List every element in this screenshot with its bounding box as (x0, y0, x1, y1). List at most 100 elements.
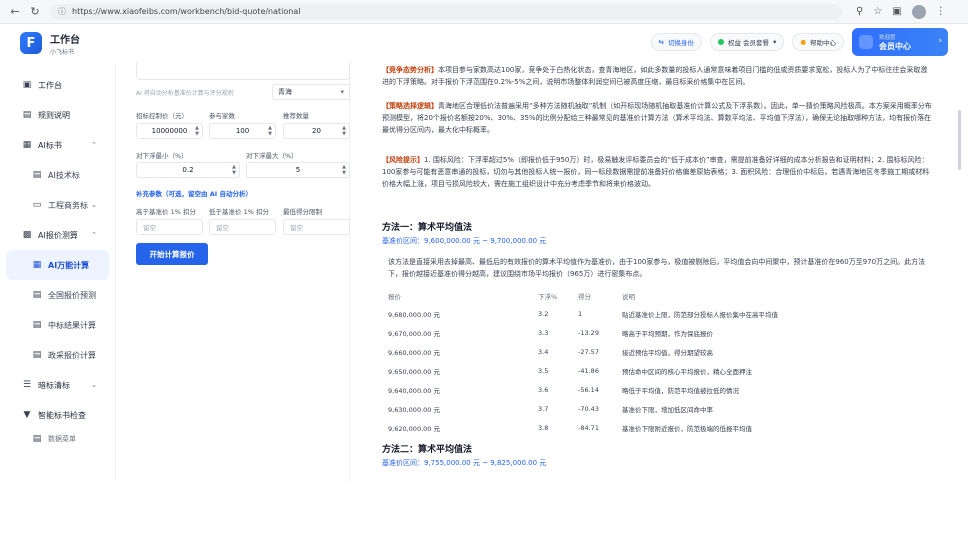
site-info-icon[interactable]: ⓘ (58, 6, 66, 17)
chevron-down-icon: ⌄ (91, 201, 97, 209)
result-panel: 【竞争态势分析】本项目参与家数高达100家，竞争处于白热化状态，查青海地区，如此… (382, 62, 942, 482)
region-hint-label: AI 将自动分析基准价计算与评分规则 (136, 90, 234, 97)
logo-icon: F (20, 32, 42, 54)
method1-description: 该方法是直接采用去掉最高、最低后的有效报价的算术平均值作为基准价，由于100家参… (388, 258, 926, 278)
stepper-icon[interactable]: ▲ ▼ (342, 164, 346, 176)
supplement-params-title: 补充参数（可选，留空由 AI 自动分析） (136, 190, 252, 198)
url-text: https://www.xiaofeibs.com/workbench/bid-… (72, 7, 301, 16)
app-subtitle: 小飞标书 (50, 48, 75, 56)
sidebar: ▣ 工作台 ▤ 规则说明 ▦ AI标书 ⌃ ▤ AI技术标 ▭ 工程商务标 ⌄ … (0, 62, 116, 482)
below-penalty-label: 低于基准价 1% 扣分 (209, 208, 269, 216)
benefits-button[interactable]: 权益 会员套餐 ▾ (709, 33, 785, 51)
chevron-down-icon: ▾ (340, 88, 344, 96)
reload-icon[interactable]: ↻ (28, 5, 42, 19)
region-select[interactable]: 青海 ▾ (272, 84, 350, 100)
sidebar-item-ai-bid[interactable]: ▦ AI标书 ⌃ (0, 130, 115, 160)
doc-icon: ▤ (32, 170, 42, 180)
float-max-input[interactable]: 5 ▲ ▼ (246, 162, 350, 178)
chevron-down-icon: ⌄ (91, 381, 97, 389)
samples-input[interactable]: 20 ▲ ▼ (283, 123, 350, 139)
doc-icon: ▤ (22, 110, 32, 120)
doc-icon: ▤ (32, 350, 42, 360)
chevron-down-icon: ▾ (773, 38, 777, 46)
table-row: 9,620,000.00 元 3.8 -84.71 基准价下限附近报价，防范极端… (388, 423, 752, 433)
sidebar-item-rules[interactable]: ▤ 规则说明 (0, 100, 115, 130)
doc-icon: ▤ (32, 320, 42, 330)
ctrl-price-input[interactable]: 10000000 ▲ ▼ (136, 123, 203, 139)
zoom-icon[interactable]: ⚲ (856, 6, 863, 17)
bidders-label: 参与家数 (209, 112, 235, 120)
samples-label: 推荐数量 (283, 112, 309, 120)
member-icon (859, 35, 873, 49)
sidebar-item-data-menu[interactable]: ▤ 数据菜单 (0, 430, 115, 448)
competition-paragraph: 【竞争态势分析】本项目参与家数高达100家，竞争处于白热化状态，查青海地区，如此… (382, 66, 928, 86)
chevron-right-icon: › (938, 36, 942, 46)
chart-icon: ▦ (32, 260, 42, 270)
chevron-up-icon: ⌃ (91, 231, 97, 239)
sidebar-item-dark-bid[interactable]: ☰ 暗标清标 ⌄ (0, 370, 115, 400)
menu-kebab-icon[interactable]: ⋮ (936, 6, 946, 17)
table-row: 9,670,000.00 元 3.3 -13.29 略高于平均预期，作为保底报价 (388, 328, 713, 338)
table-row: 9,650,000.00 元 3.5 -41.86 预估命中区间的核心平均报价，… (388, 366, 752, 376)
status-dot-icon (717, 39, 724, 45)
sidebar-item-check[interactable]: ▼ 智能标书检查 (0, 400, 115, 430)
calc-icon: ▩ (22, 230, 32, 240)
above-penalty-label: 高于基准价 1% 扣分 (136, 208, 196, 216)
min-score-input[interactable]: 留空 (283, 219, 350, 235)
table-row: 9,680,000.00 元 3.2 1 贴近基准价上限，防范部分投标人报价集中… (388, 309, 778, 319)
stepper-icon[interactable]: ▲ ▼ (232, 164, 236, 176)
member-center-button[interactable]: 欢迎您 会员中心 › (852, 28, 948, 56)
stepper-icon[interactable]: ▲ ▼ (195, 125, 199, 137)
below-penalty-input[interactable]: 留空 (209, 219, 276, 235)
doc-icon: ▤ (32, 434, 42, 444)
table-row: 9,640,000.00 元 3.6 -56.14 略低于平均值，防范平均值被拉… (388, 385, 739, 395)
page-bottom (0, 482, 968, 544)
sidebar-item-gov-calc[interactable]: ▤ 政采报价计算 (0, 340, 115, 370)
brand[interactable]: F 工作台 小飞标书 (20, 31, 350, 56)
risk-paragraph: 【风险提示】1. 围标风险：下浮率超过5%（即报价低于950万）时，极易触发评标… (382, 156, 930, 188)
app-title: 工作台 (50, 34, 80, 46)
extensions-icon[interactable]: ▣ (892, 6, 901, 17)
sidebar-item-win-calc[interactable]: ▤ 中标结果计算 (0, 310, 115, 340)
book-icon: ▦ (22, 140, 32, 150)
stepper-icon[interactable]: ▲ ▼ (342, 125, 346, 137)
folder-icon: ▭ (32, 200, 42, 210)
address-bar[interactable]: ⓘ https://www.xiaofeibs.com/workbench/bi… (50, 3, 842, 20)
switch-icon: ⇆ (658, 38, 664, 46)
chevron-up-icon: ⌃ (91, 141, 97, 149)
sidebar-item-ai-tech-bid[interactable]: ▤ AI技术标 (0, 160, 115, 190)
method2-range: 基准价区间：9,755,000.00 元 ~ 9,825,000.00 元 (382, 459, 547, 467)
app-header: F 工作台 小飞标书 ⇆ 切换身份 权益 会员套餐 ▾ ● 帮助中心 欢迎您 会… (0, 24, 968, 62)
requirements-textarea[interactable] (136, 62, 350, 80)
sidebar-item-workbench[interactable]: ▣ 工作台 (0, 70, 115, 100)
sidebar-item-ai-quote[interactable]: ▩ AI报价测算 ⌃ (0, 220, 115, 250)
above-penalty-input[interactable]: 留空 (136, 219, 203, 235)
sidebar-item-commercial-bid[interactable]: ▭ 工程商务标 ⌄ (0, 190, 115, 220)
table-row: 9,630,000.00 元 3.7 -70.43 基准价下限，增加低区间命中率 (388, 404, 713, 414)
method1-range: 基准价区间：9,600,000.00 元 ~ 9,700,000.00 元 (382, 237, 547, 245)
list-icon: ☰ (22, 380, 32, 390)
switch-identity-button[interactable]: ⇆ 切换身份 (650, 33, 702, 51)
table-row: 9,660,000.00 元 3.4 -27.57 接近预估平均值，得分期望较高 (388, 347, 713, 357)
profile-avatar[interactable] (911, 4, 926, 19)
sidebar-item-national-forecast[interactable]: ▤ 全国报价预测 (0, 280, 115, 310)
method1-title: 方法一：算术平均值法 (382, 223, 473, 233)
method1-table: 报价 下浮% 得分 说明 9,680,000.00 元 3.2 1 贴近基准价上… (386, 288, 926, 437)
strategy-paragraph: 【策略选择逻辑】青海地区合理低价法普遍采用“多种方法随机抽取”机制（如开标现场随… (382, 102, 932, 134)
sidebar-item-ai-universal-calc[interactable]: ▦ AI万能计算 (6, 250, 109, 280)
filter-icon: ▼ (23, 410, 31, 420)
browser-toolbar: ← ↻ ⓘ https://www.xiaofeibs.com/workbenc… (0, 0, 968, 24)
float-max-label: 对下浮最大（%） (246, 152, 298, 160)
scrollbar[interactable] (958, 110, 961, 170)
start-calc-button[interactable]: 开始计算报价 (136, 243, 208, 265)
stepper-icon[interactable]: ▲ ▼ (268, 125, 272, 137)
float-min-label: 对下浮最小（%） (136, 152, 188, 160)
bidders-input[interactable]: 100 ▲ ▼ (209, 123, 276, 139)
ctrl-price-label: 招标控制价（元） (136, 112, 188, 120)
help-icon: ● (800, 38, 806, 46)
float-min-input[interactable]: 0.2 ▲ ▼ (136, 162, 240, 178)
back-icon[interactable]: ← (8, 5, 22, 19)
doc-icon: ▤ (32, 290, 42, 300)
bookmark-star-icon[interactable]: ☆ (873, 6, 882, 17)
help-center-button[interactable]: ● 帮助中心 (792, 33, 844, 51)
